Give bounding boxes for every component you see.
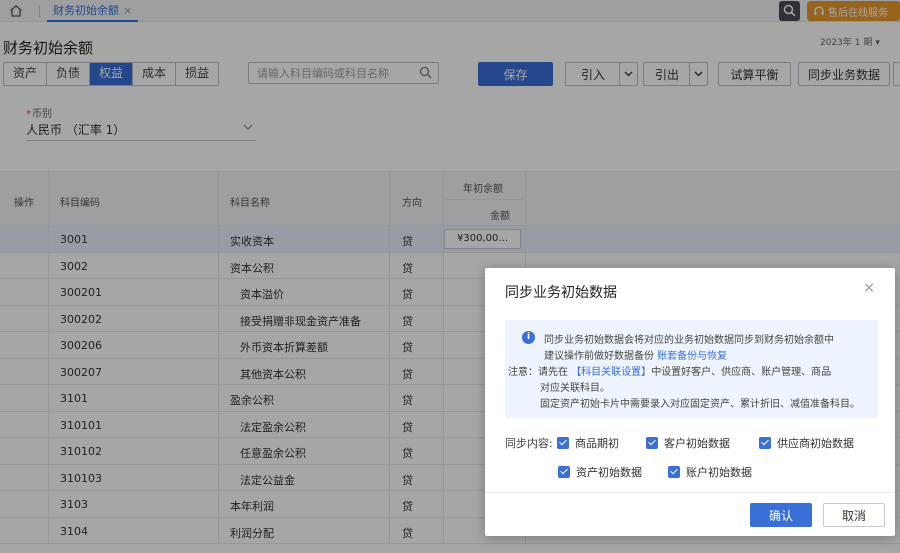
checkbox-customer-initial-data[interactable]: 客户初始数据 (646, 435, 730, 451)
note-line-2: 对应关联科目。 (540, 383, 610, 394)
cancel-button[interactable]: 取消 (823, 503, 885, 527)
checkbox-label: 商品期初 (575, 437, 619, 450)
dialog-title: 同步业务初始数据 (505, 285, 617, 301)
checkbox-account-initial-data[interactable]: 账户初始数据 (668, 464, 752, 480)
info-line-1: 同步业务初始数据会将对应的业务初始数据同步到财务初始余额中 (544, 335, 834, 346)
checkbox-asset-initial-data[interactable]: 资产初始数据 (558, 464, 642, 480)
checkbox-label: 客户初始数据 (664, 437, 730, 450)
note-line-1: 注意：请先在 【科目关联设置】中设置好客户、供应商、账户管理、商品 (508, 363, 831, 378)
info-line-2-text: 建议操作前做好数据备份 (544, 351, 654, 362)
checkbox-inventory-opening[interactable]: 商品期初 (557, 435, 619, 451)
checkbox-checked-icon (557, 437, 569, 449)
checkbox-checked-icon (558, 466, 570, 478)
checkbox-checked-icon (668, 466, 680, 478)
close-icon[interactable]: × (863, 280, 875, 296)
checkbox-supplier-initial-data[interactable]: 供应商初始数据 (759, 435, 854, 451)
note-line-1-prefix: 请先在 (538, 367, 568, 378)
checkbox-label: 供应商初始数据 (777, 437, 854, 450)
note-line-3: 固定资产初始卡片中需要录入对应固定资产、累计折旧、减值准备科目。 (540, 399, 860, 410)
checkbox-checked-icon (759, 437, 771, 449)
note-label: 注意： (508, 367, 538, 378)
info-line-2: 建议操作前做好数据备份 账套备份与恢复 (544, 347, 727, 362)
info-notice: i 同步业务初始数据会将对应的业务初始数据同步到财务初始余额中 建议操作前做好数… (505, 320, 878, 418)
checkbox-label: 资产初始数据 (576, 466, 642, 479)
sync-business-initial-data-dialog: 同步业务初始数据 × i 同步业务初始数据会将对应的业务初始数据同步到财务初始余… (485, 268, 895, 536)
checkbox-checked-icon (646, 437, 658, 449)
account-mapping-settings-link[interactable]: 【科目关联设置】 (571, 367, 651, 378)
note-line-1-suffix: 中设置好客户、供应商、账户管理、商品 (651, 367, 832, 378)
backup-restore-link[interactable]: 账套备份与恢复 (657, 351, 727, 362)
dialog-footer: 确认 取消 (485, 492, 895, 536)
checkbox-label: 账户初始数据 (686, 466, 752, 479)
info-icon: i (522, 331, 535, 344)
confirm-button[interactable]: 确认 (750, 503, 812, 527)
sync-content-label: 同步内容: (505, 437, 553, 450)
